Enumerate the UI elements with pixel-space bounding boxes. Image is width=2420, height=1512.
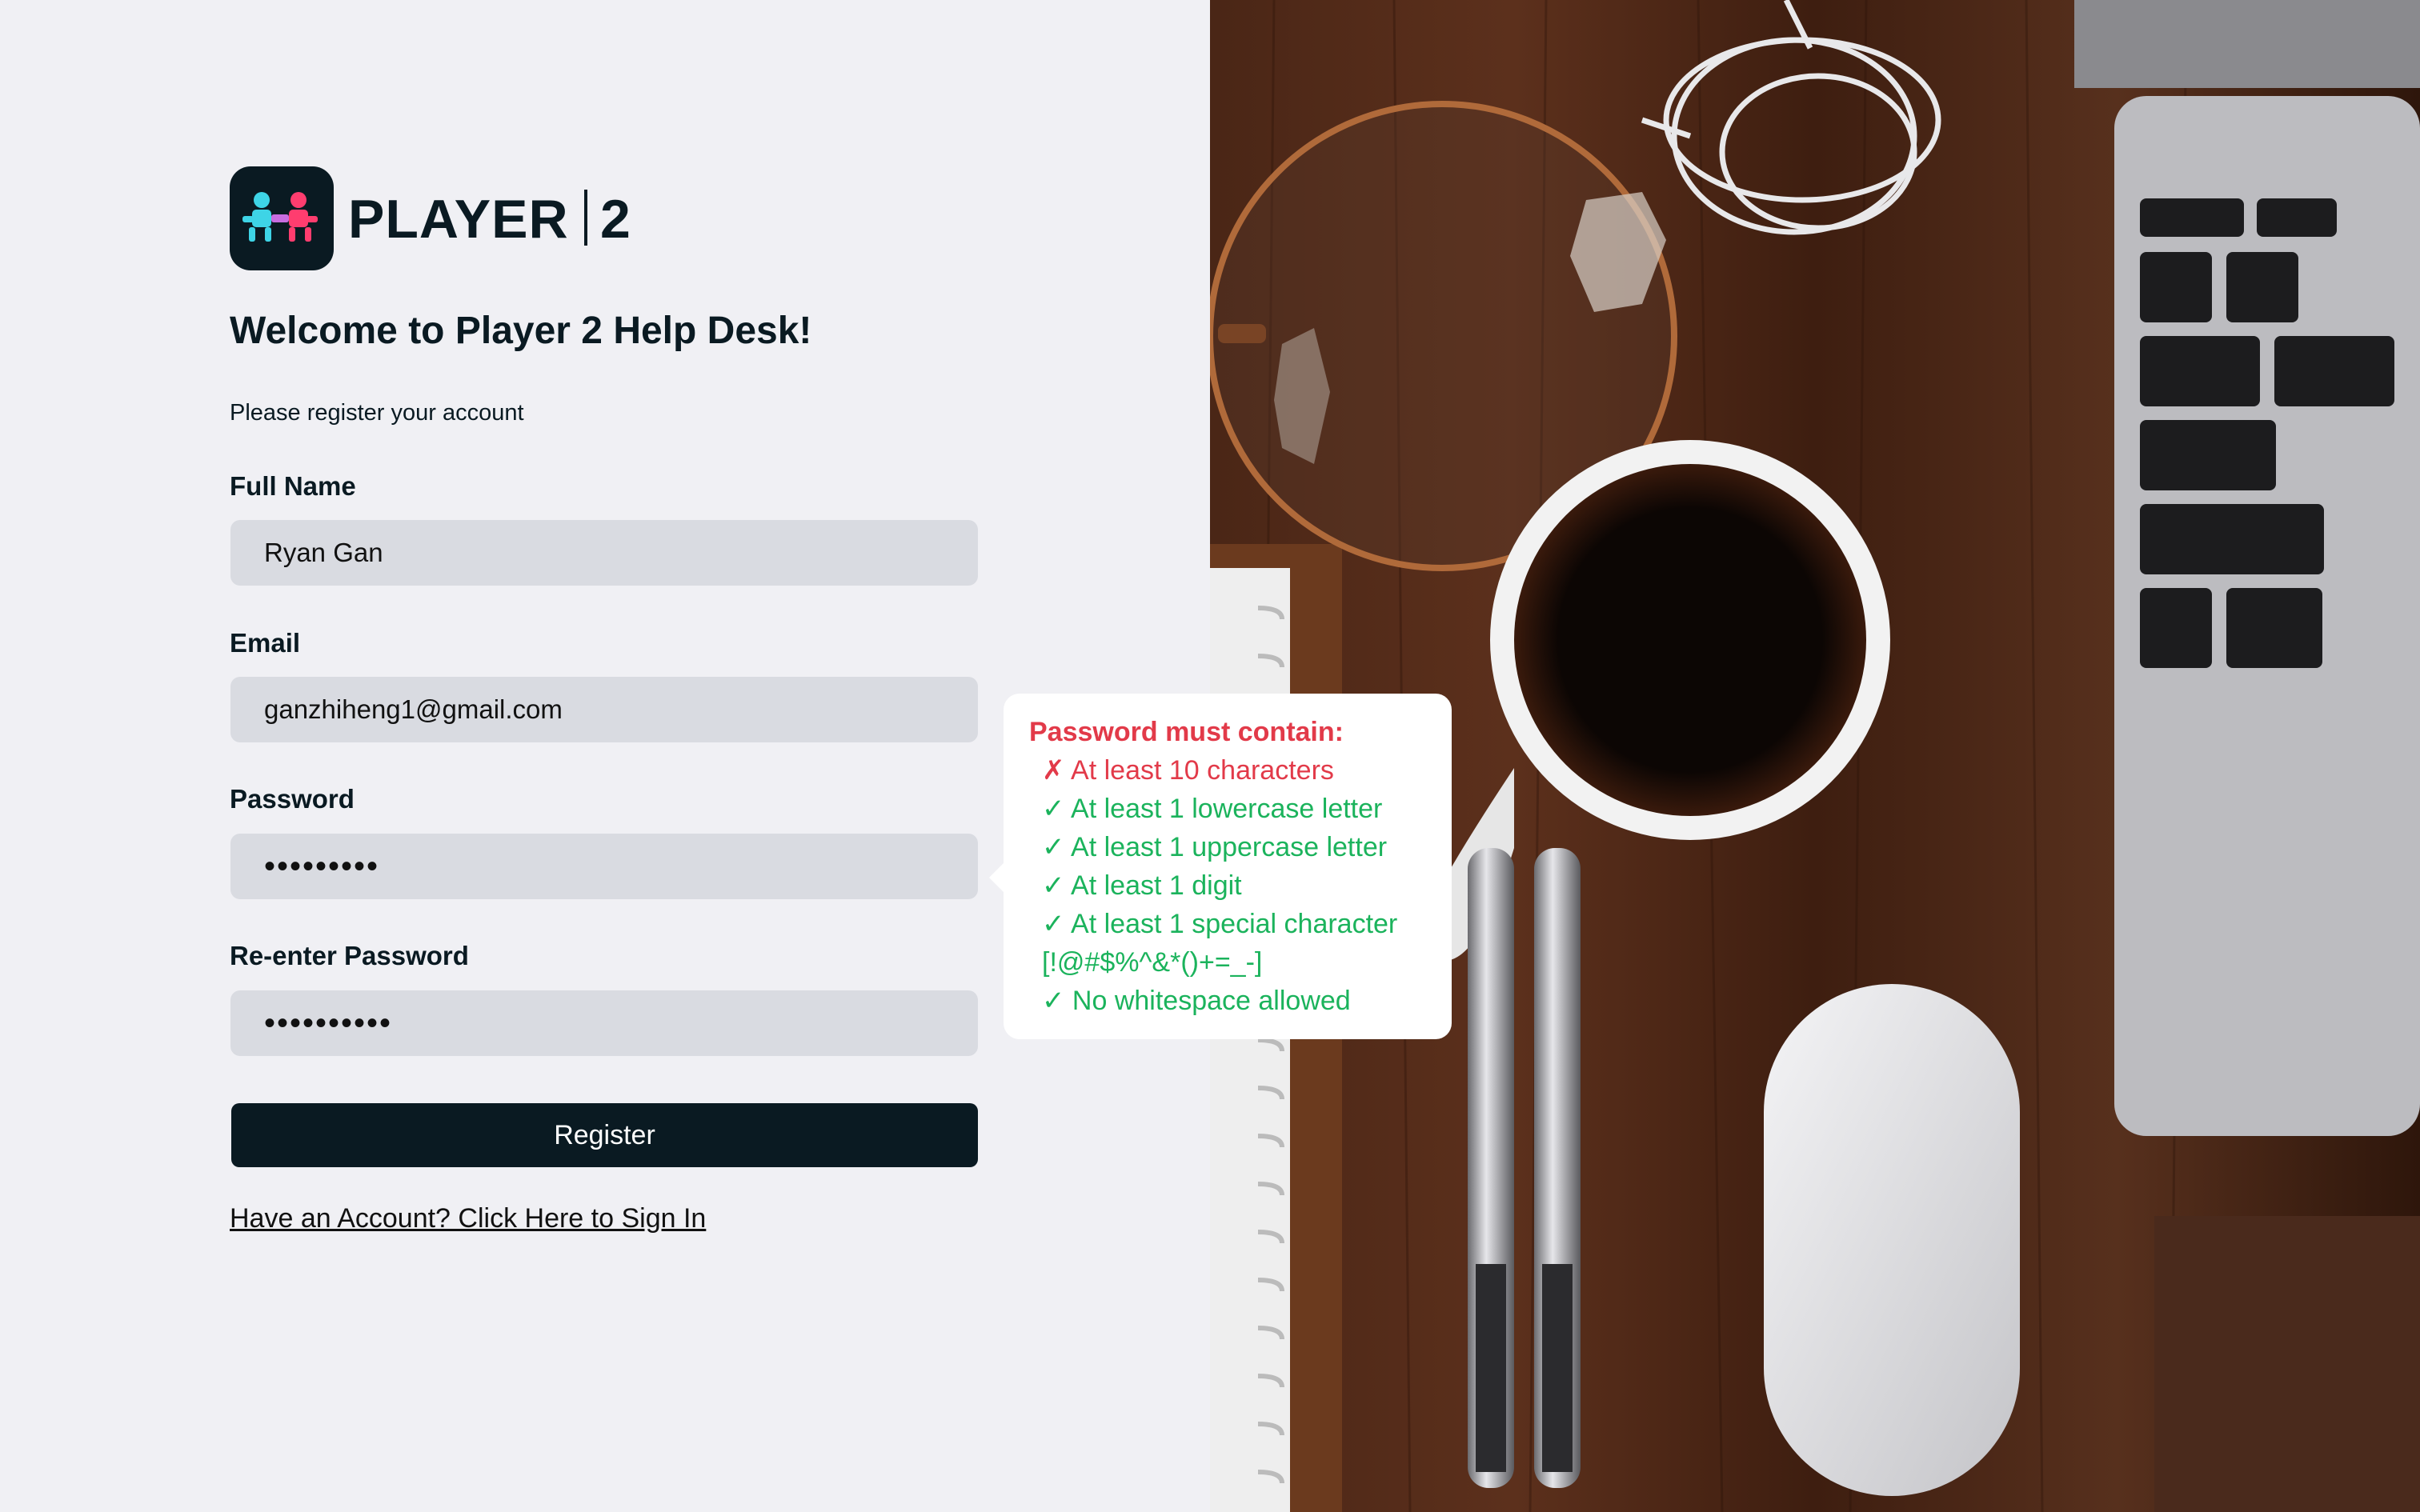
- page-title: Welcome to Player 2 Help Desk!: [230, 310, 812, 352]
- email-input[interactable]: [230, 677, 978, 742]
- tooltip-arrow: [989, 862, 1005, 894]
- password-label: Password: [230, 784, 355, 814]
- brand-name: PLAYER: [348, 189, 569, 250]
- brand-divider: [584, 190, 587, 246]
- full-name-label: Full Name: [230, 471, 356, 501]
- register-button[interactable]: Register: [231, 1103, 978, 1167]
- rule-uppercase: ✓ At least 1 uppercase letter: [1042, 832, 1388, 862]
- rule-special-char-set: [!@#$%^&*()+=_-]: [1042, 947, 1263, 978]
- confirm-password-input[interactable]: [230, 990, 978, 1056]
- confirm-password-label: Re-enter Password: [230, 941, 469, 970]
- rule-special-char: ✓ At least 1 special character: [1042, 909, 1398, 939]
- sign-in-link[interactable]: Have an Account? Click Here to Sign In: [230, 1200, 706, 1237]
- password-requirements-tooltip: Password must contain: ✗ At least 10 cha…: [989, 694, 1452, 1039]
- tooltip-title: Password must contain:: [1029, 717, 1344, 747]
- brand-number: 2: [600, 189, 631, 250]
- full-name-input[interactable]: [230, 520, 978, 586]
- rule-digit: ✓ At least 1 digit: [1042, 870, 1242, 901]
- rule-no-whitespace: ✓ No whitespace allowed: [1042, 986, 1351, 1016]
- laptop-icon: [2074, 0, 2420, 1136]
- brand-logo: [230, 166, 334, 270]
- page-subtitle: Please register your account: [230, 400, 524, 426]
- players-icon: [242, 192, 318, 242]
- rule-lowercase: ✓ At least 1 lowercase letter: [1042, 794, 1383, 824]
- rule-min-length: ✗ At least 10 characters: [1042, 755, 1334, 786]
- password-input[interactable]: [230, 834, 978, 899]
- mouse-icon: [1764, 984, 2020, 1496]
- email-label: Email: [230, 628, 301, 658]
